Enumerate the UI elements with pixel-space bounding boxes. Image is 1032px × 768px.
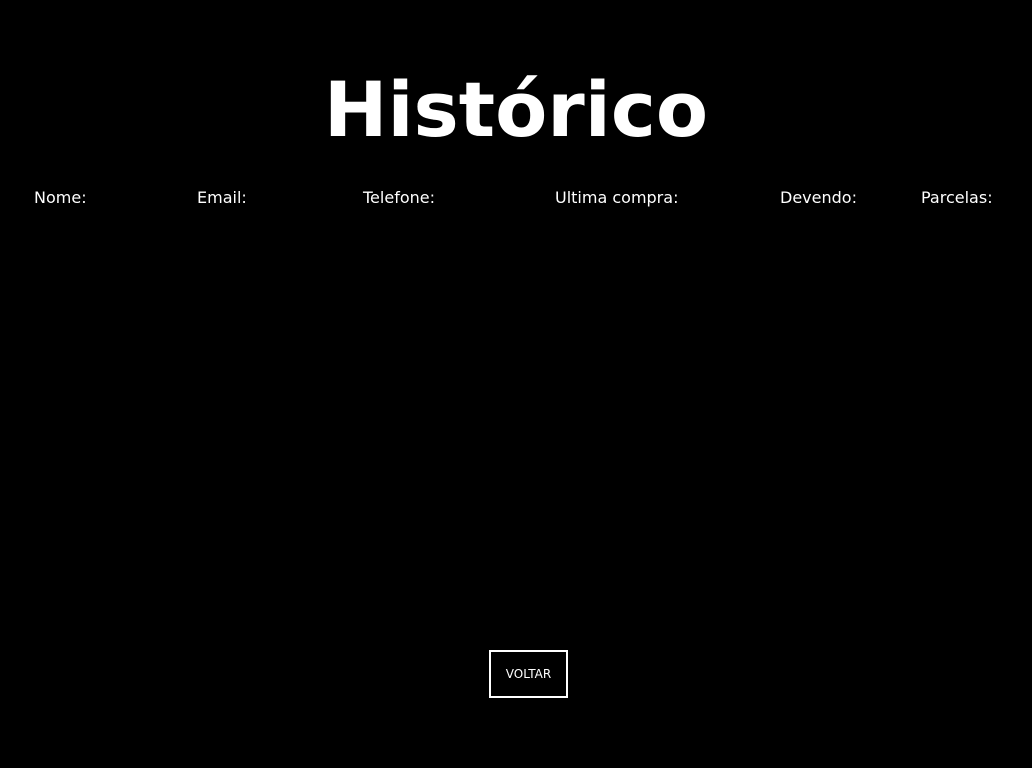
column-header-devendo: Devendo: (780, 188, 857, 207)
table-header-row: Nome: Email: Telefone: Ultima compra: De… (0, 186, 1032, 210)
back-button[interactable]: VOLTAR (489, 650, 568, 698)
column-header-email: Email: (197, 188, 247, 207)
column-header-nome: Nome: (34, 188, 87, 207)
column-header-telefone: Telefone: (363, 188, 435, 207)
column-header-parcelas: Parcelas: (921, 188, 993, 207)
page-title: Histórico (323, 65, 709, 154)
column-header-ultima-compra: Ultima compra: (555, 188, 679, 207)
